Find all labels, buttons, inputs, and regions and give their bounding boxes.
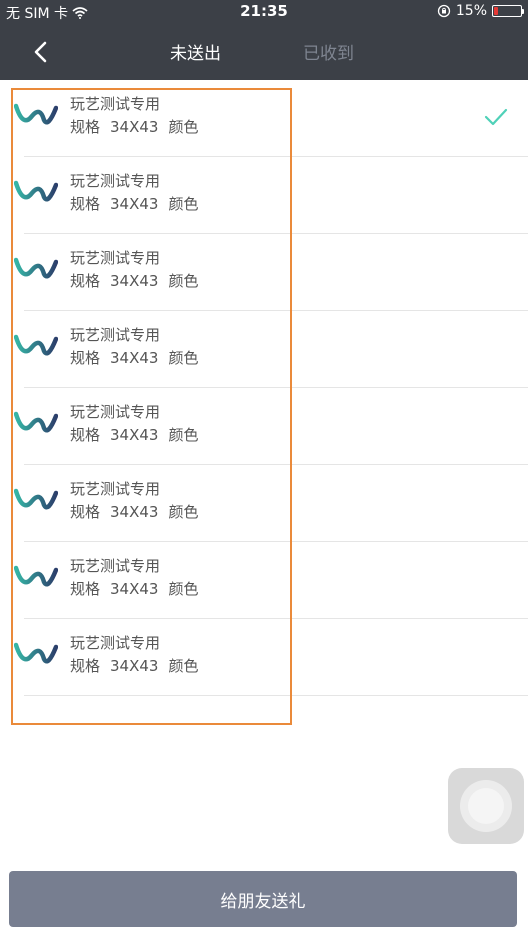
battery-icon (492, 5, 524, 17)
item-spec: 规格 34X43 颜色 (70, 655, 208, 676)
brand-wave-icon (14, 565, 58, 587)
list-item[interactable]: 玩艺测试专用 规格 34X43 颜色 (0, 234, 528, 311)
spec-label: 规格 (70, 118, 101, 136)
spec-value: 34X43 (110, 657, 159, 675)
color-label: 颜色 (168, 195, 199, 213)
spec-value: 34X43 (110, 272, 159, 290)
checkmark-icon (484, 108, 508, 126)
spec-value: 34X43 (110, 426, 159, 444)
item-title: 玩艺测试专用 (70, 326, 161, 344)
brand-wave-icon (14, 103, 58, 125)
gift-list: 玩艺测试专用 规格 34X43 颜色 玩艺测试专用 规格 34X43 颜色 玩艺… (0, 80, 528, 696)
item-spec: 规格 34X43 颜色 (70, 347, 208, 368)
brand-wave-icon (14, 488, 58, 510)
brand-wave-icon (14, 411, 58, 433)
brand-wave-icon (14, 257, 58, 279)
tab-unsent[interactable]: 未送出 (170, 39, 221, 64)
item-spec: 规格 34X43 颜色 (70, 193, 208, 214)
item-title: 玩艺测试专用 (70, 403, 161, 421)
nav-bar: 未送出 已收到 (0, 24, 528, 80)
item-title: 玩艺测试专用 (70, 634, 161, 652)
assistive-touch-button[interactable] (448, 768, 524, 844)
color-label: 颜色 (168, 503, 199, 521)
list-item[interactable]: 玩艺测试专用 规格 34X43 颜色 (0, 388, 528, 465)
item-title: 玩艺测试专用 (70, 557, 161, 575)
color-label: 颜色 (168, 272, 199, 290)
back-icon[interactable] (28, 38, 56, 66)
row-divider (24, 695, 528, 696)
item-title: 玩艺测试专用 (70, 480, 161, 498)
spec-value: 34X43 (110, 349, 159, 367)
orientation-lock-icon (437, 4, 451, 18)
spec-label: 规格 (70, 580, 101, 598)
item-spec: 规格 34X43 颜色 (70, 578, 208, 599)
item-spec: 规格 34X43 颜色 (70, 116, 208, 137)
item-spec: 规格 34X43 颜色 (70, 501, 208, 522)
item-spec: 规格 34X43 颜色 (70, 270, 208, 291)
color-label: 颜色 (168, 349, 199, 367)
spec-label: 规格 (70, 503, 101, 521)
spec-label: 规格 (70, 426, 101, 444)
spec-label: 规格 (70, 657, 101, 675)
item-title: 玩艺测试专用 (70, 172, 161, 190)
brand-wave-icon (14, 642, 58, 664)
list-item[interactable]: 玩艺测试专用 规格 34X43 颜色 (0, 311, 528, 388)
tab-received[interactable]: 已收到 (303, 39, 354, 64)
spec-label: 规格 (70, 272, 101, 290)
item-spec: 规格 34X43 颜色 (70, 424, 208, 445)
send-gift-button[interactable]: 给朋友送礼 (9, 871, 517, 927)
list-item[interactable]: 玩艺测试专用 规格 34X43 颜色 (0, 80, 528, 157)
spec-value: 34X43 (110, 503, 159, 521)
status-right: 15% (437, 3, 524, 19)
list-item[interactable]: 玩艺测试专用 规格 34X43 颜色 (0, 465, 528, 542)
spec-label: 规格 (70, 349, 101, 367)
battery-percent: 15% (455, 3, 487, 19)
status-bar: 无 SIM 卡 21:35 15% (0, 0, 528, 24)
color-label: 颜色 (168, 426, 199, 444)
color-label: 颜色 (168, 580, 199, 598)
item-title: 玩艺测试专用 (70, 95, 161, 113)
spec-value: 34X43 (110, 580, 159, 598)
spec-value: 34X43 (110, 118, 159, 136)
spec-value: 34X43 (110, 195, 159, 213)
color-label: 颜色 (168, 657, 199, 675)
brand-wave-icon (14, 180, 58, 202)
spec-label: 规格 (70, 195, 101, 213)
item-title: 玩艺测试专用 (70, 249, 161, 267)
list-item[interactable]: 玩艺测试专用 规格 34X43 颜色 (0, 542, 528, 619)
list-item[interactable]: 玩艺测试专用 规格 34X43 颜色 (0, 619, 528, 696)
color-label: 颜色 (168, 118, 199, 136)
brand-wave-icon (14, 334, 58, 356)
list-item[interactable]: 玩艺测试专用 规格 34X43 颜色 (0, 157, 528, 234)
